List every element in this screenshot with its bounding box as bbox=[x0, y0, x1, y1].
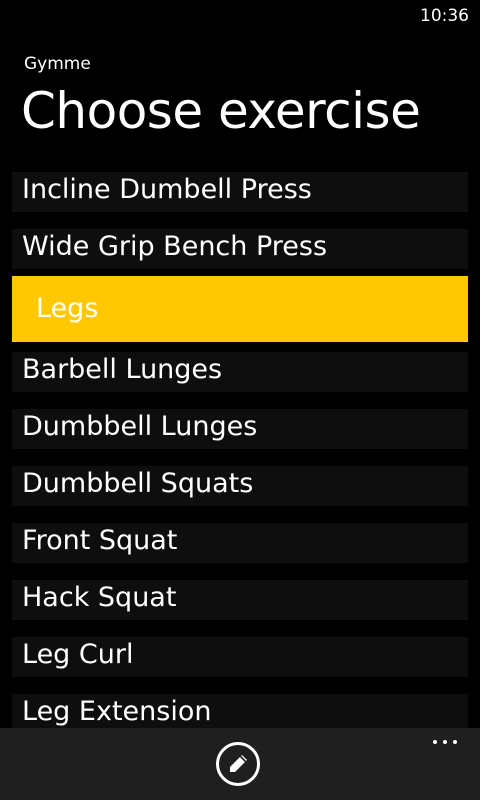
page-title: Choose exercise bbox=[21, 82, 421, 140]
list-item-label: Leg Extension bbox=[22, 696, 212, 727]
list-item-label: Leg Curl bbox=[22, 639, 134, 670]
list-item[interactable]: Wide Grip Bench Press bbox=[12, 229, 468, 269]
pencil-icon bbox=[230, 755, 247, 772]
list-item-label: Dumbbell Squats bbox=[22, 468, 254, 499]
exercise-list[interactable]: Incline Dumbell Press Wide Grip Bench Pr… bbox=[12, 172, 468, 728]
group-header-label: Legs bbox=[36, 293, 99, 324]
list-item[interactable]: Leg Curl bbox=[12, 637, 468, 677]
list-item[interactable]: Barbell Lunges bbox=[12, 352, 468, 392]
status-bar: 10:36 bbox=[0, 0, 480, 32]
list-item[interactable]: Dumbbell Lunges bbox=[12, 409, 468, 449]
application-bar bbox=[0, 728, 480, 800]
list-item-label: Front Squat bbox=[22, 525, 178, 556]
list-item[interactable]: Incline Dumbell Press bbox=[12, 172, 468, 212]
list-item[interactable]: Leg Extension bbox=[12, 694, 468, 728]
list-item-label: Dumbbell Lunges bbox=[22, 411, 258, 442]
list-item[interactable]: Dumbbell Squats bbox=[12, 466, 468, 506]
status-clock: 10:36 bbox=[420, 6, 469, 26]
list-item-label: Wide Grip Bench Press bbox=[22, 231, 328, 262]
list-item-label: Hack Squat bbox=[22, 582, 177, 613]
group-header-legs[interactable]: Legs bbox=[12, 276, 468, 342]
list-item[interactable]: Front Squat bbox=[12, 523, 468, 563]
more-options-button[interactable] bbox=[426, 734, 466, 750]
app-name: Gymme bbox=[24, 54, 91, 74]
list-item-label: Incline Dumbell Press bbox=[22, 174, 312, 205]
edit-button[interactable] bbox=[216, 742, 260, 786]
list-item[interactable]: Hack Squat bbox=[12, 580, 468, 620]
list-item-label: Barbell Lunges bbox=[22, 354, 223, 385]
